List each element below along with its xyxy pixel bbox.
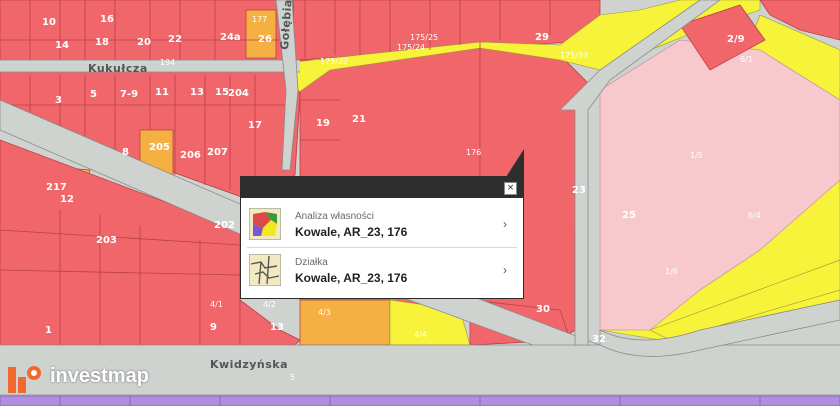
chevron-right-icon: › [503,217,507,231]
parcel-label: 4/2 [263,300,276,309]
parcel-label: 24a [220,32,241,43]
parcel-label: 26 [258,34,272,45]
parcel-label: 7-9 [120,89,138,100]
parcel-label: 1 [45,325,52,336]
investmap-logo-icon [8,366,41,393]
parcel-info-popup: × Analiza własności Kowale, AR_23, 176 ›… [241,177,523,298]
parcel-label: 5 [290,373,295,382]
parcel-label: 25 [622,210,636,221]
parcel-label: 175/22 [320,57,348,66]
popup-item-subtitle: Analiza własności [295,211,374,222]
parcel-label: 6/1 [740,55,753,64]
parcel-label: 29 [535,32,549,43]
parcel-label: 194 [160,58,175,67]
parcel-label: 3 [55,95,62,106]
parcel-label: 4/4 [414,330,427,339]
parcel-label: 177 [252,15,267,24]
parcel-label: 205 [149,142,170,153]
parcel-label: 23 [572,185,586,196]
street-label: Kwidzyńska [210,358,288,371]
parcel-label: 17 [248,120,262,131]
close-button[interactable]: × [504,182,517,195]
ownership-analysis-icon [249,208,281,240]
logo-text: investmap [50,365,149,387]
parcel-label: 1/6 [665,267,678,276]
parcel-label: 22 [168,34,182,45]
parcel-label: 19 [316,118,330,129]
parcel-label: 202 [214,220,235,231]
parcel-label: 21 [352,114,366,125]
parcel-label: 206 [180,150,201,161]
parcel-label: 203 [96,235,117,246]
parcel-label: 12 [60,194,74,205]
parcel-label: 8 [122,147,129,158]
popup-item-subtitle: Działka [295,257,328,268]
parcel-label: 175/33 [560,51,588,60]
popup-item-title: Kowale, AR_23, 176 [295,271,408,285]
parcel-label: 15 [215,87,229,98]
parcel-label: 18 [95,37,109,48]
popup-item-parcel[interactable]: Działka Kowale, AR_23, 176 › [247,249,517,293]
parcel-label: 5 [90,89,97,100]
parcel-map-icon [249,254,281,286]
parcel-label: 30 [536,304,550,315]
popup-header [241,177,523,198]
chevron-right-icon: › [503,263,507,277]
parcel-label: 4/3 [318,308,331,317]
parcel-label: 20 [137,37,151,48]
parcel-label: 9 [210,322,217,333]
popup-pointer [506,149,524,177]
parcel-label: 207 [207,147,228,158]
parcel-label: 4/1 [210,300,223,309]
street-label: Kukułcza [88,62,148,75]
parcel-label: 13 [270,322,284,333]
parcel-label: 11 [155,87,169,98]
parcel-label: 32 [592,334,606,345]
parcel-label: 176 [466,148,481,157]
parcel-label: 175/25 [410,33,438,42]
parcel-label: 175/24 [397,43,425,52]
parcel-label: 217 [46,182,67,193]
parcel-label: 6/4 [748,211,761,220]
parcel-label: 1/5 [690,151,703,160]
parcel-label: 16 [100,14,114,25]
parcel-label: 2/9 [727,34,745,45]
parcel-label: 10 [42,17,56,28]
parcel-label: 204 [228,88,249,99]
popup-item-title: Kowale, AR_23, 176 [295,225,408,239]
parcel-label: 13 [190,87,204,98]
parcel-label: 14 [55,40,69,51]
popup-item-ownership-analysis[interactable]: Analiza własności Kowale, AR_23, 176 › [247,203,517,248]
